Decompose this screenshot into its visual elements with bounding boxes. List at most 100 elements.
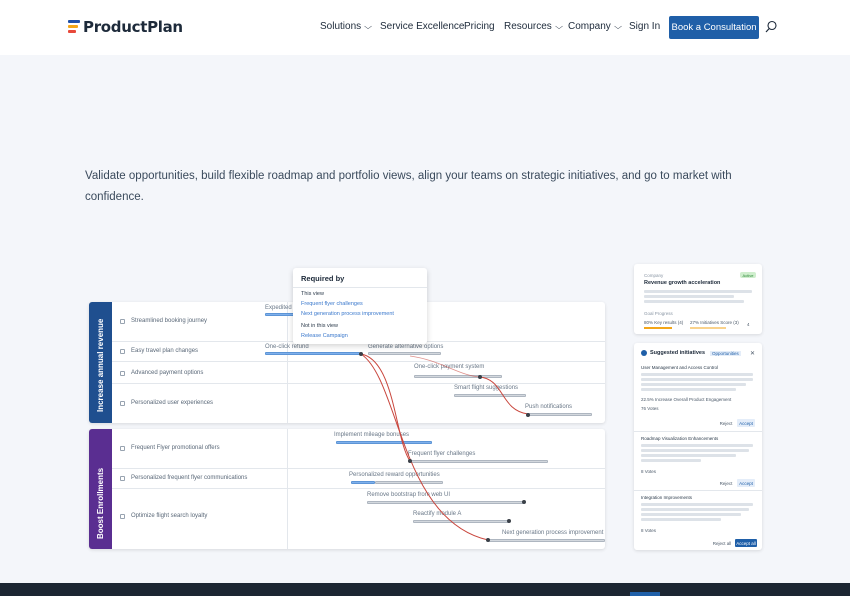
objective-title: Revenue growth acceleration <box>644 280 721 286</box>
swimlane-title: Increase annual revenue <box>96 318 105 412</box>
nav-service-excellence-label: Service Excellence <box>380 21 465 32</box>
roadmap-bar[interactable] <box>351 481 375 484</box>
close-icon[interactable]: ✕ <box>750 350 755 357</box>
connector-node <box>478 375 482 379</box>
nav-solutions-label: Solutions <box>320 21 362 32</box>
book-consultation-button[interactable]: Book a Consultation <box>669 16 759 39</box>
stat-key-results: 80% Key results (4) <box>644 320 684 325</box>
accept-button[interactable]: Accept <box>737 419 755 427</box>
objective-kicker: Company <box>644 273 664 278</box>
reject-all-button[interactable]: Reject all <box>712 539 732 547</box>
bar-label: One-click payment system <box>414 364 485 370</box>
connector-node <box>359 352 363 356</box>
roadmap-bar[interactable] <box>413 520 509 523</box>
site-header: ProductPlan Solutions ⌵ Service Excellenc… <box>0 0 850 55</box>
status-badge: Active <box>740 272 756 278</box>
initiative-meta: 22.5% Increase Overall Product Engagemen… <box>641 397 732 402</box>
initiative-title: Integration Improvements <box>641 495 693 500</box>
footer-bar <box>0 583 850 596</box>
row-label: Personalized user experiences <box>120 400 213 406</box>
roadmap-bar[interactable] <box>265 352 360 355</box>
bar-label: One-click refund <box>265 344 309 350</box>
search-icon[interactable] <box>764 20 778 34</box>
nav-pricing-label: Pricing <box>464 21 495 32</box>
required-by-popover: Required by This view Frequent flyer cha… <box>293 268 427 344</box>
chevron-down-icon: ⌵ <box>364 21 373 31</box>
footer-button[interactable] <box>630 592 660 596</box>
row-label: Streamlined booking journey <box>120 318 207 324</box>
connector-node <box>507 519 511 523</box>
bar-label: Personalized reward opportunities <box>349 472 440 478</box>
bar-label: Implement mileage bonuses <box>334 432 410 438</box>
chevron-down-icon: ⌵ <box>613 21 622 31</box>
popover-section-label: Not in this view <box>301 323 338 329</box>
popover-section-label: This view <box>301 291 324 297</box>
bar-label: Frequent flyer challenges <box>408 451 476 457</box>
objective-count: 4 <box>747 322 750 327</box>
initiative-icon <box>120 513 125 519</box>
bar-label: Remove bootstrap from web UI <box>367 492 451 498</box>
connector-node <box>486 538 490 542</box>
logo-wordmark: ProductPlan <box>83 18 183 36</box>
roadmap-bar[interactable] <box>414 375 502 378</box>
reject-button[interactable]: Reject <box>718 419 734 427</box>
accept-all-button[interactable]: Accept all <box>735 539 757 547</box>
accept-button[interactable]: Accept <box>737 479 755 487</box>
connector-node <box>408 459 412 463</box>
popover-link[interactable]: Release Campaign <box>301 333 348 339</box>
goal-progress-label: Goal Progress <box>644 311 673 316</box>
initiative-title: User Management and Access Control <box>641 365 719 370</box>
bar-label: Next generation process improvement <box>502 530 604 536</box>
nav-solutions[interactable]: Solutions ⌵ <box>320 21 373 32</box>
roadmap-bar[interactable] <box>410 460 548 463</box>
roadmap-bar[interactable] <box>488 539 605 542</box>
popover-link[interactable]: Next generation process improvement <box>301 311 394 317</box>
opportunities-tag: Opportunities <box>710 351 741 356</box>
nav-sign-in-label: Sign In <box>629 21 661 32</box>
roadmap-bar[interactable] <box>375 481 443 484</box>
nav-pricing[interactable]: Pricing <box>464 21 495 32</box>
nav-sign-in[interactable]: Sign In <box>629 21 660 32</box>
initiative-votes: 76 Votes <box>641 406 659 411</box>
intro-paragraph: Validate opportunities, build flexible r… <box>85 170 732 203</box>
logo-mark-icon <box>68 20 80 34</box>
initiative-icon <box>120 318 125 324</box>
swimlane-title: Boost Enrollments <box>96 467 105 539</box>
popover-title: Required by <box>301 274 345 283</box>
initiative-votes: 8 Votes <box>641 469 657 474</box>
initiative-icon <box>120 400 125 406</box>
nav-company[interactable]: Company ⌵ <box>568 21 622 32</box>
chevron-down-icon: ⌵ <box>554 21 563 31</box>
roadmap-bar[interactable] <box>454 394 526 397</box>
initiative-icon <box>120 370 125 376</box>
connector-node <box>526 413 530 417</box>
suggested-initiatives-panel: Suggested initiatives Opportunities ✕ Us… <box>634 343 762 550</box>
initiative-title: Roadmap Visualization Enhancements <box>641 436 719 441</box>
nav-company-label: Company <box>568 21 611 32</box>
nav-service-excellence[interactable]: Service Excellence <box>380 21 464 32</box>
roadmap-bar[interactable] <box>527 413 592 416</box>
popover-link[interactable]: Frequent flyer challenges <box>301 301 363 307</box>
nav-resources-label: Resources <box>504 21 552 32</box>
bar-label: Reactify module A <box>413 511 462 517</box>
bar-label: Expedited <box>265 305 292 311</box>
reject-button[interactable]: Reject <box>718 479 734 487</box>
row-label: Personalized frequent flyer communicatio… <box>120 475 247 481</box>
initiative-icon <box>120 348 125 354</box>
initiative-votes: 8 Votes <box>641 528 657 533</box>
nav-resources[interactable]: Resources ⌵ <box>504 21 563 32</box>
row-label: Easy travel plan changes <box>120 348 198 354</box>
row-label: Optimize flight search loyalty <box>120 513 207 519</box>
productplan-logo[interactable]: ProductPlan <box>68 18 183 36</box>
roadmap-bar[interactable] <box>367 501 524 504</box>
row-label: Advanced payment options <box>120 370 203 376</box>
connector-node <box>522 500 526 504</box>
roadmap-bar[interactable] <box>368 352 441 355</box>
initiative-icon <box>120 475 125 481</box>
roadmap-row: Advanced payment options <box>112 362 605 384</box>
roadmap-bar[interactable] <box>336 441 432 444</box>
panel-title: Suggested initiatives <box>650 350 706 356</box>
roadmap-bar[interactable] <box>265 313 295 316</box>
stat-initiatives: 27% Initiatives Score (3) <box>690 320 739 325</box>
bar-label: Smart flight suggestions <box>454 385 519 391</box>
